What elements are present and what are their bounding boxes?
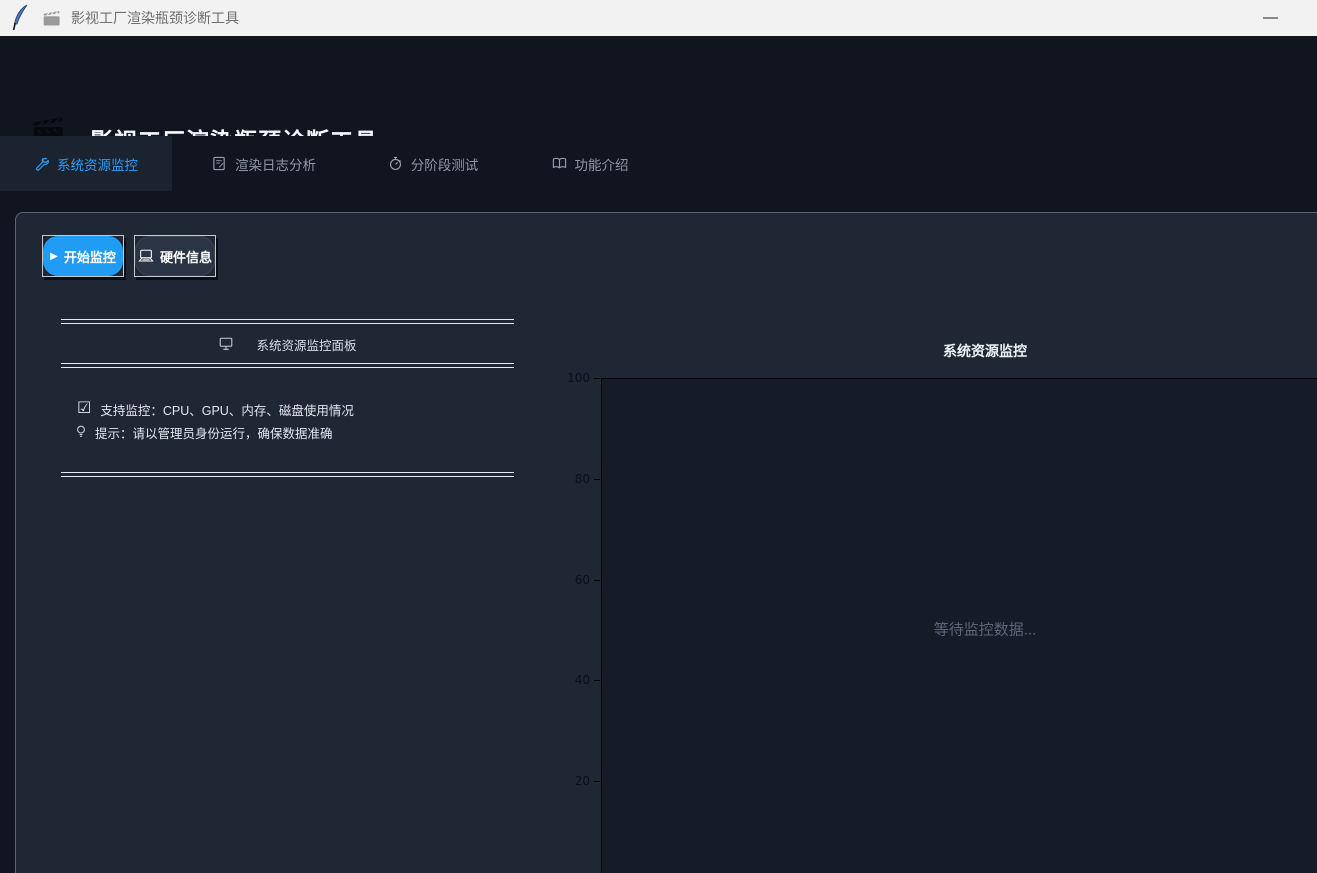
- y-tick-mark: [594, 580, 600, 581]
- start-monitor-label: 开始监控: [64, 247, 116, 266]
- separator-line: [61, 472, 514, 477]
- checkbox-icon: ☑: [77, 401, 91, 417]
- tab-bar: 系统资源监控 渲染日志分析 分阶段测试 功能介绍: [0, 136, 1317, 191]
- python-feather-icon: [9, 4, 31, 32]
- y-tick-label: 100: [550, 371, 590, 385]
- minimize-button[interactable]: [1255, 0, 1285, 36]
- y-tick-label: 80: [550, 472, 590, 486]
- separator-line: [61, 363, 514, 368]
- info-line-tip: 提示：请以管理员身份运行，确保数据准确: [76, 423, 333, 441]
- titlebar: 影视工厂渲染瓶颈诊断工具: [0, 0, 1317, 36]
- info-panel-title-row: 系统资源监控面板: [61, 333, 514, 355]
- tab-label: 系统资源监控: [57, 154, 138, 174]
- info-line-supported: ☑ 支持监控：CPU、GPU、内存、磁盘使用情况: [77, 400, 354, 418]
- tab-label: 分阶段测试: [411, 154, 479, 174]
- app-window: 影视工厂渲染瓶颈诊断工具 影视工厂渲染瓶颈诊断工具 系统资源监控: [0, 0, 1317, 873]
- tab-label: 功能介绍: [575, 154, 629, 174]
- tab-staged-test[interactable]: 分阶段测试: [374, 136, 492, 191]
- y-tick-label: 20: [550, 774, 590, 788]
- book-icon: [552, 156, 567, 171]
- tab-content-panel: ▶ 开始监控 硬件信息 系统资源监控面板: [15, 212, 1317, 873]
- computer-icon: [138, 249, 154, 263]
- tab-system-resource-monitor[interactable]: 系统资源监控: [0, 136, 172, 191]
- lightbulb-icon: [76, 425, 86, 439]
- chart-title: 系统资源监控: [601, 341, 1317, 361]
- chart-placeholder-text: 等待监控数据...: [934, 619, 1037, 640]
- tab-label: 渲染日志分析: [235, 154, 316, 174]
- y-tick-mark: [594, 378, 600, 379]
- app-header: 影视工厂渲染瓶颈诊断工具: [0, 36, 1317, 136]
- memo-icon: [212, 156, 227, 171]
- y-tick-label: 40: [550, 673, 590, 687]
- info-line-text: 支持监控：CPU、GPU、内存、磁盘使用情况: [100, 400, 353, 419]
- hardware-info-button[interactable]: 硬件信息: [134, 235, 216, 277]
- info-line-text: 提示：请以管理员身份运行，确保数据准确: [95, 423, 333, 442]
- minimize-icon: [1263, 17, 1278, 19]
- stopwatch-icon: [388, 156, 403, 171]
- window-title: 影视工厂渲染瓶颈诊断工具: [71, 8, 239, 28]
- start-monitor-button[interactable]: ▶ 开始监控: [42, 235, 124, 277]
- y-tick-mark: [594, 781, 600, 782]
- y-tick-mark: [594, 479, 600, 480]
- hardware-info-label: 硬件信息: [160, 247, 212, 266]
- y-tick-mark: [594, 680, 600, 681]
- monitor-icon: [218, 337, 234, 351]
- y-tick-label: 60: [550, 573, 590, 587]
- separator-line: [61, 319, 514, 324]
- wrench-icon: [34, 156, 49, 171]
- clapperboard-icon: [43, 11, 61, 26]
- play-icon: ▶: [50, 251, 58, 262]
- tab-feature-intro[interactable]: 功能介绍: [534, 136, 646, 191]
- tab-render-log-analysis[interactable]: 渲染日志分析: [198, 136, 330, 191]
- info-panel-title: 系统资源监控面板: [256, 335, 356, 354]
